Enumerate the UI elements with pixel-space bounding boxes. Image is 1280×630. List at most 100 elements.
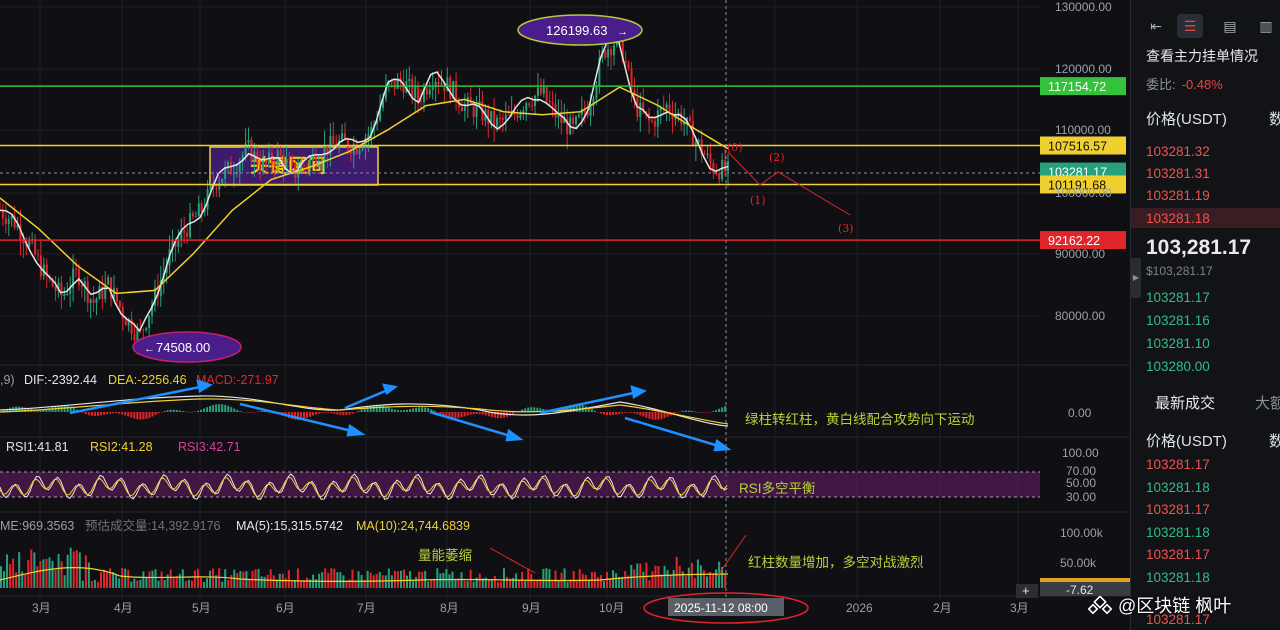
volume-bar: [272, 575, 275, 588]
volume-bar: [415, 577, 418, 588]
y-tick: 120000.00: [1055, 62, 1112, 76]
order-book-toolbar: ⇤ ☰ ▤ ▥: [1143, 14, 1280, 38]
candle-body: [408, 78, 411, 81]
macd-bar: [687, 410, 690, 412]
volume-bar: [142, 571, 145, 588]
macd-bar: [233, 408, 236, 412]
volume-bar: [330, 568, 333, 588]
candle-body: [706, 153, 709, 155]
volume-bar: [42, 559, 45, 588]
volume-bar: [266, 574, 269, 588]
volume-bar: [154, 569, 157, 588]
wave-label-0: (0): [727, 141, 743, 154]
svg-text:50.00: 50.00: [1066, 476, 1096, 490]
macd-bar: [681, 410, 684, 412]
svg-text:,9): ,9): [0, 373, 15, 387]
ask-row[interactable]: 103281.32: [1146, 144, 1210, 159]
watermark: @区块链 枫叶: [1088, 592, 1231, 618]
volume-bar: [296, 568, 299, 588]
macd-bar: [357, 410, 360, 412]
volume-bar: [678, 565, 681, 588]
volume-bar: [148, 571, 151, 588]
candle-body: [656, 110, 659, 127]
volume-bar: [109, 568, 112, 588]
candle-body: [475, 104, 478, 118]
ask-row[interactable]: 103281.19: [1146, 188, 1210, 203]
volume-bar: [536, 579, 539, 588]
macd-bar: [178, 410, 181, 412]
ask-row[interactable]: 103281.31: [1146, 166, 1210, 181]
volume-bar: [63, 575, 66, 588]
macd-bar: [721, 407, 724, 412]
macd-bar: [133, 412, 136, 419]
volume-bar: [636, 563, 639, 588]
volume-bar: [30, 549, 33, 588]
volume-bar: [515, 573, 518, 588]
orderbook-bids-icon[interactable]: ▥: [1253, 14, 1279, 38]
layout-icon[interactable]: ⇤: [1143, 14, 1169, 38]
candle-body: [288, 158, 291, 160]
volume-bar: [87, 562, 90, 588]
bid-row[interactable]: 103281.17: [1146, 290, 1210, 305]
macd-bar: [321, 412, 324, 413]
volume-bar: [209, 570, 212, 588]
macd-bar: [315, 412, 318, 415]
volume-bar: [127, 570, 130, 588]
volume-bar: [145, 577, 148, 588]
tab-large-trades[interactable]: 大额: [1255, 392, 1280, 413]
macd-bar: [106, 412, 109, 415]
volume-bar: [99, 572, 102, 588]
candle-body: [189, 213, 192, 237]
volume-bar: [430, 580, 433, 588]
trade-row: 103281.18: [1146, 480, 1210, 495]
volume-bar: [496, 581, 499, 588]
volume-bar: [57, 554, 60, 588]
orderbook-asks-icon[interactable]: ▤: [1217, 14, 1243, 38]
candle-body: [215, 188, 218, 190]
order-book-title: 查看主力挂单情况: [1146, 48, 1258, 64]
orderbook-split-icon[interactable]: ☰: [1177, 14, 1203, 38]
volume-bar: [357, 571, 360, 588]
candle-body: [703, 154, 706, 156]
candle-body: [665, 104, 668, 109]
candle-body: [534, 95, 537, 106]
candlestick-chart[interactable]: 关键区间 117154.72107516.57103281.17101191.6…: [0, 0, 1130, 630]
volume-bar: [18, 552, 21, 588]
macd-bar: [139, 412, 142, 420]
macd-bar: [172, 409, 175, 412]
macd-bar: [624, 412, 627, 413]
volume-bar: [306, 577, 309, 588]
x-tick: 7月: [357, 601, 376, 615]
volume-bar: [493, 575, 496, 588]
volume-bar: [348, 579, 351, 588]
volume-bar: [218, 568, 221, 588]
candle-body: [624, 60, 627, 63]
volume-bar: [172, 576, 175, 588]
macd-bar: [602, 412, 605, 415]
volume-bar: [193, 570, 196, 588]
macd-bar: [472, 412, 475, 415]
bid-row[interactable]: 103281.16: [1146, 313, 1210, 328]
panel-collapse-handle[interactable]: ▶: [1131, 258, 1141, 298]
volume-bar: [575, 581, 578, 588]
candle-body: [291, 159, 294, 163]
macd-bar: [618, 412, 621, 414]
volume-bar: [230, 574, 233, 588]
macd-bar: [145, 412, 148, 419]
bid-row[interactable]: 103281.10: [1146, 336, 1210, 351]
low-label: 74508.00: [156, 340, 210, 355]
ask-row[interactable]: 103281.18: [1146, 211, 1210, 226]
wave-label-1: (1): [750, 194, 766, 207]
volume-bar: [103, 569, 106, 588]
macd-bar: [157, 412, 160, 414]
candle-body: [200, 203, 203, 212]
svg-text:RSI1:41.81: RSI1:41.81: [6, 440, 69, 454]
x-tick: 6月: [276, 601, 295, 615]
bid-row[interactable]: 103280.00: [1146, 359, 1210, 374]
volume-bar: [39, 561, 42, 588]
candle-body: [688, 117, 691, 122]
volume-bar: [527, 568, 530, 588]
tab-latest-trades[interactable]: 最新成交: [1155, 392, 1215, 413]
svg-text:100.00: 100.00: [1062, 446, 1099, 460]
candle-body: [332, 135, 335, 144]
